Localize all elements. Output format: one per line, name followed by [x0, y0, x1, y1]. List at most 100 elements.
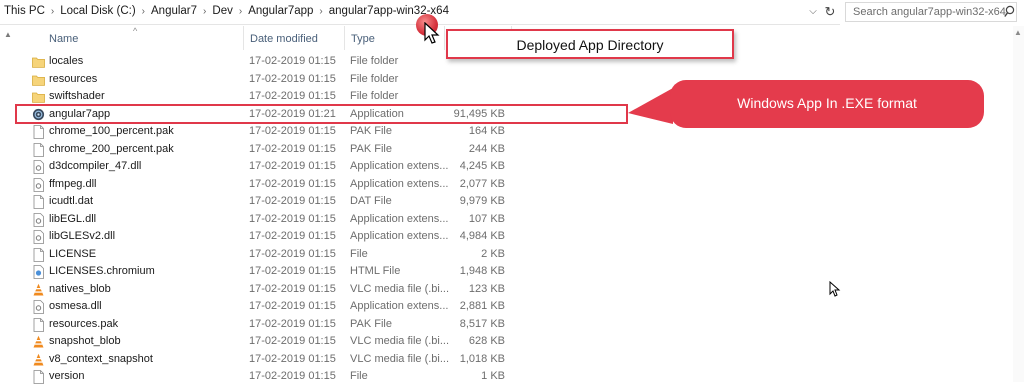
file-size: 164 KB — [468, 125, 505, 137]
column-divider[interactable] — [444, 26, 445, 50]
search-placeholder: Search angular7app-win32-x64 — [853, 6, 1006, 18]
file-size: 628 KB — [468, 335, 505, 347]
file-row[interactable]: natives_blob 17-02-2019 01:15 VLC media fi… — [30, 281, 510, 299]
file-date: 17-02-2019 01:15 — [249, 335, 336, 347]
breadcrumb-separator-icon[interactable]: › — [142, 6, 145, 17]
file-row[interactable]: chrome_100_percent.pak 17-02-2019 01:15 PA… — [30, 123, 510, 141]
deploy-callout-label: Deployed App Directory — [516, 37, 664, 53]
file-name: libGLESv2.dll — [49, 230, 116, 242]
file-size: 2,077 KB — [459, 177, 505, 190]
column-divider[interactable] — [243, 26, 244, 50]
file-row[interactable]: version 17-02-2019 01:15 File 1 KB — [30, 368, 510, 386]
breadcrumb[interactable]: This PC › Local Disk (C:) › Angular7 › Dev › Ang… — [4, 5, 449, 17]
file-date: 17-02-2019 01:15 — [249, 230, 336, 242]
file-date: 17-02-2019 01:15 — [249, 282, 336, 295]
file-date: 17-02-2019 01:15 — [249, 125, 336, 137]
mouse-cursor-icon — [829, 281, 841, 297]
file-name: ffmpeg.dll — [49, 177, 97, 190]
file-type: PAK File — [350, 142, 392, 155]
breadcrumb-separator-icon[interactable]: › — [239, 6, 242, 17]
breadcrumb-separator-icon[interactable]: › — [203, 6, 206, 17]
breadcrumb-item[interactable]: Local Disk (C:) — [60, 5, 135, 17]
folder-icon — [32, 90, 45, 104]
file-name: libEGL.dll — [49, 212, 97, 225]
file-name: d3dcompiler_47.dll — [49, 160, 142, 172]
breadcrumb-separator-icon[interactable]: › — [319, 6, 322, 17]
vertical-scrollbar[interactable] — [1013, 26, 1024, 382]
file-row[interactable]: libGLESv2.dll 17-02-2019 01:15 Application… — [30, 228, 510, 246]
search-input[interactable]: Search angular7app-win32-x64 — [845, 2, 1017, 22]
file-row[interactable]: icudtl.dat 17-02-2019 01:15 DAT File 9,979 … — [30, 193, 510, 211]
file-date: 17-02-2019 01:15 — [249, 160, 336, 172]
dll-icon — [32, 230, 45, 244]
file-size: 1,948 KB — [459, 265, 505, 277]
file-size: 123 KB — [468, 282, 505, 295]
file-row[interactable]: LICENSES.chromium 17-02-2019 01:15 HTML Fi… — [30, 263, 510, 281]
folder-icon — [32, 73, 45, 87]
file-row[interactable]: resources.pak 17-02-2019 01:15 PAK File 8,5… — [30, 316, 510, 334]
file-row[interactable]: d3dcompiler_47.dll 17-02-2019 01:15 Applic… — [30, 158, 510, 176]
file-name: LICENSE — [49, 247, 97, 260]
exe-callout-label: Windows App In .EXE format — [737, 95, 917, 111]
file-icon — [32, 247, 45, 262]
file-date: 17-02-2019 01:15 — [249, 265, 336, 277]
file-type: File folder — [350, 72, 399, 85]
file-name: version — [49, 370, 85, 382]
column-header-date[interactable]: Date modified — [250, 33, 318, 45]
file-date: 17-02-2019 01:15 — [249, 177, 336, 190]
scroll-up-icon[interactable]: ▲ — [4, 30, 12, 39]
file-type: DAT File — [350, 195, 392, 207]
file-row[interactable]: locales 17-02-2019 01:15 File folder — [30, 53, 510, 71]
file-row[interactable]: swiftshader 17-02-2019 01:15 File folder — [30, 88, 510, 106]
breadcrumb-item[interactable]: Dev — [212, 5, 232, 17]
file-row[interactable]: LICENSE 17-02-2019 01:15 File 2 KB — [30, 246, 510, 264]
html-file-icon — [32, 265, 45, 279]
vlc-icon — [32, 283, 45, 297]
file-icon — [32, 195, 45, 209]
file-type: VLC media file (.bi... — [350, 282, 450, 295]
chevron-down-icon[interactable]: ⌵ — [806, 4, 820, 20]
file-name: osmesa.dll — [49, 300, 102, 312]
file-row[interactable]: v8_context_snapshot 17-02-2019 01:15 VLC m… — [30, 351, 510, 369]
file-date: 17-02-2019 01:15 — [249, 300, 336, 312]
dll-icon — [32, 177, 45, 192]
file-size: 107 KB — [468, 212, 505, 225]
file-date: 17-02-2019 01:15 — [249, 317, 336, 330]
sort-ascending-icon: ^ — [133, 26, 138, 36]
file-size: 9,979 KB — [459, 195, 505, 207]
deploy-callout: Deployed App Directory — [446, 29, 734, 59]
search-icon[interactable] — [1004, 5, 1015, 18]
file-row[interactable]: ffmpeg.dll 17-02-2019 01:15 Application ex… — [30, 176, 510, 194]
column-header-type[interactable]: Type — [351, 33, 375, 45]
column-divider[interactable] — [344, 26, 345, 50]
file-row[interactable]: chrome_200_percent.pak 17-02-2019 01:15 PA… — [30, 141, 510, 159]
breadcrumb-item[interactable]: This PC — [4, 5, 45, 17]
file-size: 4,984 KB — [459, 230, 505, 242]
breadcrumb-item[interactable]: Angular7 — [151, 5, 197, 17]
file-row[interactable]: resources 17-02-2019 01:15 File folder — [30, 71, 510, 89]
file-date: 17-02-2019 01:15 — [249, 352, 336, 365]
file-type: File folder — [350, 90, 399, 102]
file-name: locales — [49, 55, 84, 67]
file-size: 4,245 KB — [459, 160, 505, 172]
breadcrumb-item[interactable]: Angular7app — [248, 5, 313, 17]
file-row[interactable]: osmesa.dll 17-02-2019 01:15 Application ex… — [30, 298, 510, 316]
file-name: natives_blob — [49, 282, 111, 295]
dll-icon — [32, 300, 45, 314]
file-name: resources.pak — [49, 317, 119, 330]
dll-icon — [32, 212, 45, 227]
breadcrumb-separator-icon[interactable]: › — [51, 6, 54, 17]
folder-icon — [32, 55, 45, 69]
file-name: resources — [49, 72, 98, 85]
file-type: VLC media file (.bi... — [350, 352, 450, 365]
scrollbar-up-arrow-icon[interactable]: ▲ — [1014, 28, 1022, 37]
file-row[interactable]: libEGL.dll 17-02-2019 01:15 Application ex… — [30, 211, 510, 229]
exe-highlight-box — [15, 104, 628, 124]
file-row[interactable]: snapshot_blob 17-02-2019 01:15 VLC media f… — [30, 333, 510, 351]
column-header-name[interactable]: Name — [49, 33, 78, 45]
dll-icon — [32, 160, 45, 174]
file-date: 17-02-2019 01:15 — [249, 212, 336, 225]
refresh-icon[interactable]: ↻ — [822, 3, 838, 21]
file-type: PAK File — [350, 317, 392, 330]
file-size: 2,881 KB — [459, 300, 505, 312]
